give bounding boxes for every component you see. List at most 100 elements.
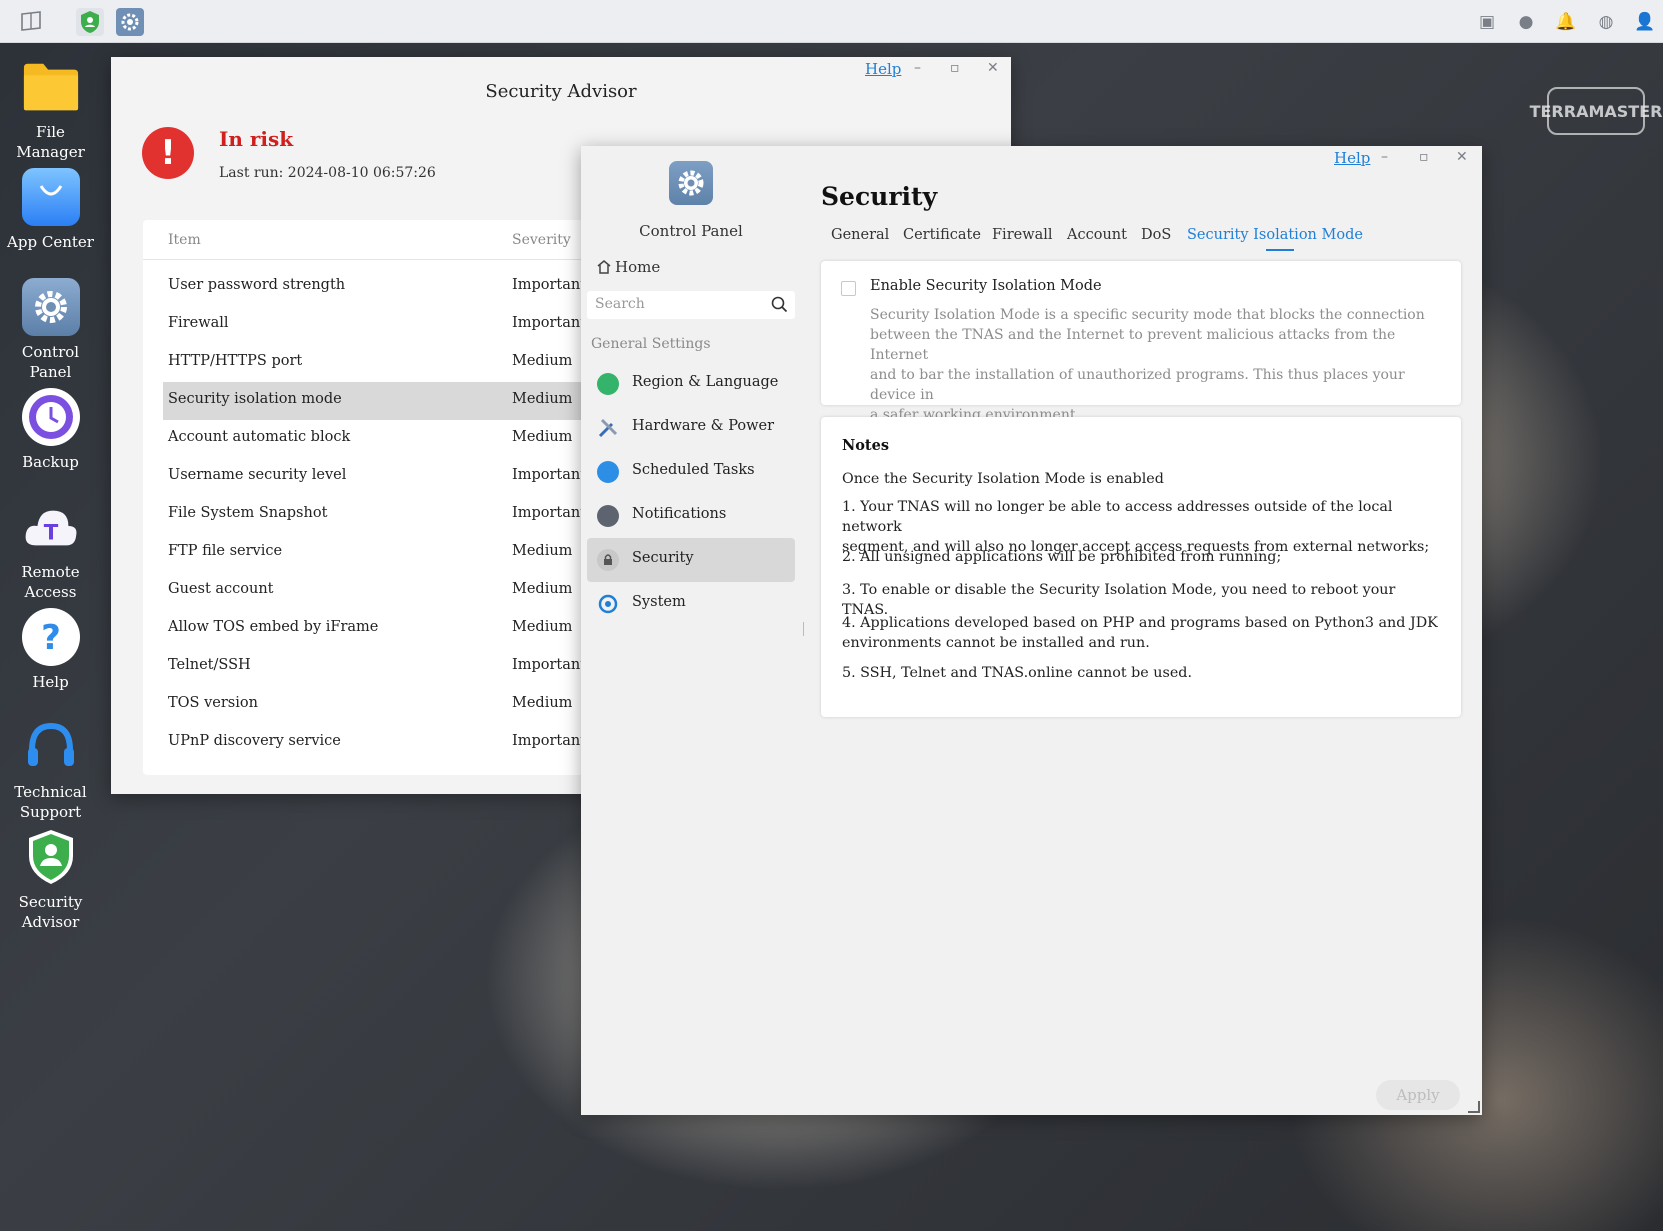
chat-icon[interactable]: ● [1516,12,1536,32]
bell-icon[interactable]: 🔔 [1555,12,1576,32]
desktop-icon-label: App Center [7,233,94,251]
tab-general[interactable]: General [831,227,889,243]
desktop-icon-label: Backup [22,453,79,471]
user-icon[interactable]: 👤 [1634,12,1655,32]
search-icon[interactable] [771,296,788,313]
window-title: Security Advisor [485,81,637,102]
note-line: 4. Applications developed based on PHP a… [842,615,1438,631]
sidebar-item-region-language[interactable]: Region & Language [587,362,795,406]
active-tab-indicator [1266,249,1294,251]
row-severity: Medium [512,391,573,407]
search-placeholder: Search [595,296,645,312]
row-item: HTTP/HTTPS port [168,353,303,369]
control-panel-icon[interactable] [116,8,144,36]
sidebar-item-label: System [632,594,686,610]
sidebar-item-label: Region & Language [632,374,779,390]
sidebar-item-security[interactable]: Security [587,538,795,582]
row-item: TOS version [168,695,258,711]
last-run: Last run: 2024-08-10 06:57:26 [219,165,436,181]
show-desktop-icon[interactable] [18,8,46,36]
folder-icon [22,58,80,116]
row-severity: Important [512,733,587,749]
sidebar-item-scheduled-tasks[interactable]: Scheduled Tasks [587,450,795,494]
sidebar-scrollbar[interactable] [803,622,804,636]
column-severity: Severity [512,232,571,248]
note-line: environments cannot be installed and run… [842,635,1150,651]
tab-dos[interactable]: DoS [1141,227,1171,243]
tab-security-isolation-mode[interactable]: Security Isolation Mode [1187,227,1363,243]
search-input[interactable]: Search [587,291,795,319]
desktop-icon-label: Technical Support [14,783,87,821]
close-button[interactable]: ✕ [1456,149,1468,165]
isolation-mode-card: Enable Security Isolation Mode Security … [821,261,1461,423]
row-severity: Important [512,315,587,331]
enable-isolation-label[interactable]: Enable Security Isolation Mode [870,278,1102,294]
desktop-icon-help[interactable]: ? Help [0,608,101,692]
row-item: Account automatic block [168,429,351,445]
row-item: Telnet/SSH [168,657,251,673]
question-icon: ? [21,608,80,666]
clock-icon [21,388,80,446]
monitor-icon[interactable]: ▣ [1477,12,1497,32]
svg-text:T: T [43,521,58,546]
enable-isolation-checkbox[interactable] [841,281,856,296]
tab-certificate[interactable]: Certificate [903,227,981,243]
row-item: Guest account [168,581,274,597]
sidebar-item-label: Hardware & Power [632,418,775,434]
resize-handle[interactable] [1468,1101,1480,1113]
terramaster-logo: TERRAMASTER [1530,87,1662,135]
sidebar: Control Panel Home Search General Settin… [581,146,801,1115]
note-line: 2. All unsigned applications will be pro… [842,549,1282,565]
desktop-icon-backup[interactable]: Backup [0,388,101,472]
home-link[interactable]: Home [596,258,660,276]
sidebar-item-label: Scheduled Tasks [632,462,755,478]
sidebar-item-label: Security [632,550,694,566]
notes-card: Notes Once the Security Isolation Mode i… [821,417,1461,717]
row-item: File System Snapshot [168,505,328,521]
taskbar: ▣ ● 🔔 ◍ 👤 [0,0,1663,43]
desktop-icon-technical-support[interactable]: Technical Support [0,718,101,822]
row-item: Allow TOS embed by iFrame [168,619,379,635]
control-panel-logo-icon [669,161,713,205]
row-item: Security isolation mode [168,391,342,407]
control-panel-window: Help – ▫ ✕ Control Panel Home Search Gen… [581,146,1482,1115]
row-severity: Medium [512,543,573,559]
tab-firewall[interactable]: Firewall [992,227,1053,243]
sidebar-item-hardware-power[interactable]: Hardware & Power [587,406,795,450]
row-severity: Medium [512,429,573,445]
close-button[interactable]: ✕ [987,60,999,76]
note-line: 1. Your TNAS will no longer be able to a… [842,499,1393,535]
security-advisor-icon[interactable] [76,8,104,36]
apply-button[interactable]: Apply [1376,1080,1460,1110]
row-severity: Medium [512,353,573,369]
desktop-icon-remote-access[interactable]: T Remote Access [0,498,101,602]
desktop-icon-file-manager[interactable]: File Manager [0,58,101,162]
desktop-icon-control-panel[interactable]: Control Panel [0,278,101,382]
desktop-icon-label: Control Panel [21,343,80,381]
note-line: 5. SSH, Telnet and TNAS.online cannot be… [842,665,1193,681]
minimize-button[interactable]: – [914,60,921,76]
shield-icon [22,828,80,886]
tab-account[interactable]: Account [1067,227,1127,243]
home-icon [597,260,611,274]
alert-icon: ! [142,127,194,179]
desktop-icon-label: Help [32,673,69,691]
globe-icon[interactable]: ◍ [1596,12,1616,32]
desktop-icon-security-advisor[interactable]: Security Advisor [0,828,101,932]
isolation-description: Security Isolation Mode is a specific se… [870,305,1440,425]
sidebar-item-notifications[interactable]: Notifications [587,494,795,538]
message-icon [597,505,619,527]
help-link[interactable]: Help [865,60,901,78]
desktop-icon-app-center[interactable]: App Center [0,168,101,252]
row-severity: Medium [512,695,573,711]
minimize-button[interactable]: – [1381,149,1388,165]
sidebar-item-system[interactable]: System [587,582,795,626]
row-severity: Medium [512,581,573,597]
lock-icon [597,549,619,571]
row-severity: Important [512,505,587,521]
maximize-button[interactable]: ▫ [950,60,960,76]
maximize-button[interactable]: ▫ [1419,149,1429,165]
help-link[interactable]: Help [1334,149,1370,167]
row-item: User password strength [168,277,346,293]
notes-title: Notes [842,437,890,454]
